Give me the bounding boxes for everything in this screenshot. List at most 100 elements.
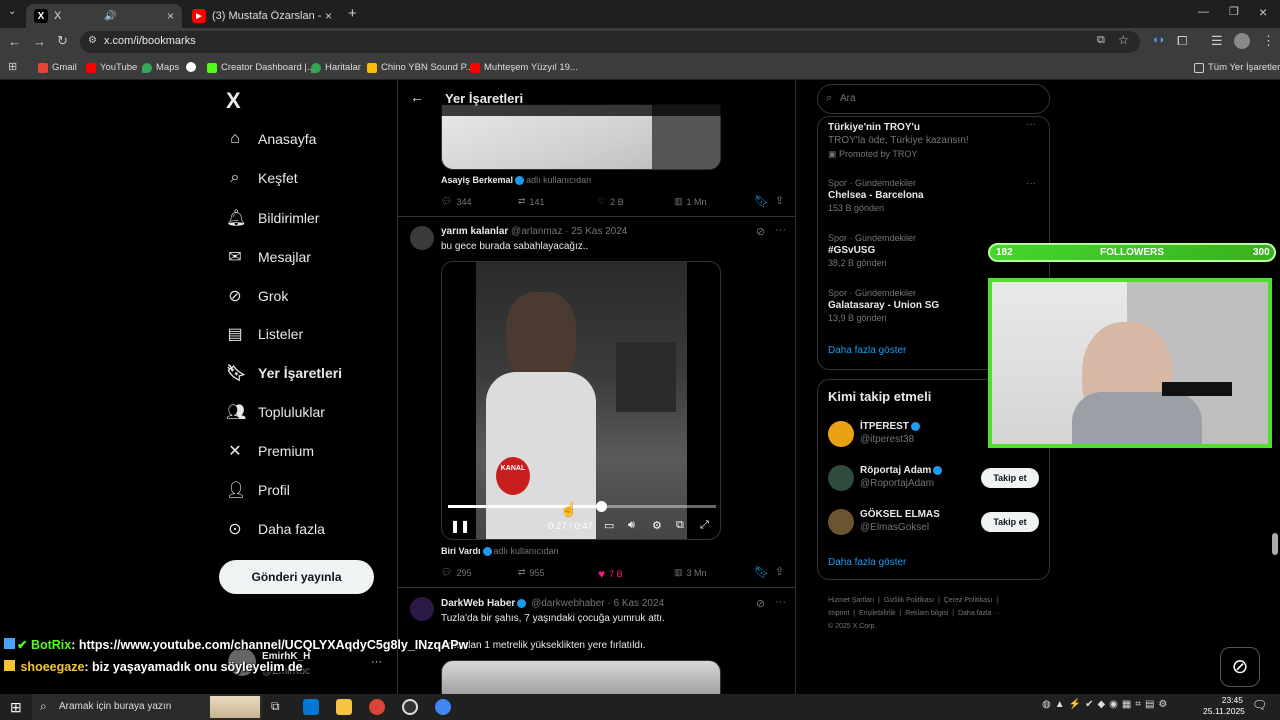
x-logo-icon[interactable]: X <box>226 88 241 114</box>
profile-avatar-icon[interactable] <box>1234 33 1250 49</box>
suggestion[interactable]: İTPEREST @itperest38 <box>860 421 922 445</box>
task-view-icon[interactable]: ⧉ <box>271 699 280 714</box>
footer-link[interactable]: Reklam bilgisi <box>905 610 948 617</box>
account-menu-icon[interactable]: ··· <box>371 656 382 668</box>
tab-search-icon[interactable]: ⌄ <box>8 6 16 17</box>
nav-notifications[interactable]: 🔔︎ Bildirimler <box>226 208 319 228</box>
speaker-icon[interactable]: 🔊 <box>104 11 116 22</box>
nav-premium[interactable]: ✕ Premium <box>226 441 314 461</box>
clock-time[interactable]: 23:45 <box>1205 695 1243 705</box>
tweet-author-name[interactable]: DarkWeb Haber <box>441 598 515 609</box>
windows-start-icon[interactable]: ⊞ <box>10 699 22 716</box>
taskbar-search[interactable]: ⌕ Aramak için buraya yazın <box>32 694 262 720</box>
bookmark-filled-icon[interactable]: 🔖︎ <box>754 565 769 579</box>
avatar[interactable] <box>828 421 854 447</box>
promoted-trend[interactable]: Türkiye'nin TROY'u TROY'la öde, Türkiye … <box>828 120 969 160</box>
close-window-icon[interactable]: × <box>1259 4 1267 20</box>
bookmark-haritalar[interactable]: Haritalar <box>311 62 361 73</box>
bookmark-creator-dashboard[interactable]: Creator Dashboard |... <box>207 62 315 73</box>
close-tab-icon[interactable]: × <box>167 9 174 23</box>
menu-icon[interactable]: ⋮ <box>1262 33 1275 49</box>
forward-icon[interactable]: → <box>33 34 46 49</box>
bookmark-gmail[interactable]: Gmail <box>38 62 77 73</box>
show-more-suggestions-link[interactable]: Daha fazla göster <box>828 557 906 568</box>
chrome-icon[interactable] <box>435 699 451 715</box>
post-button[interactable]: Gönderi yayınla <box>219 560 374 594</box>
views-button[interactable]: ▥ 1 Mn <box>674 196 707 207</box>
reply-button[interactable]: 💬︎ 295 <box>441 567 471 578</box>
tweet-media-image[interactable] <box>441 660 721 694</box>
share-icon[interactable]: ⇪ <box>775 565 784 578</box>
trend-more-icon[interactable]: ··· <box>1026 178 1036 189</box>
video-progress-track[interactable] <box>448 501 716 512</box>
footer-link[interactable]: Daha fazla ··· <box>958 610 1000 617</box>
like-button[interactable]: ♡ 2 B <box>598 196 624 207</box>
page-scrollbar[interactable] <box>1272 533 1278 555</box>
grok-float-button[interactable]: ⊘ <box>1220 647 1260 687</box>
footer-link[interactable]: Gizlilik Politikası <box>884 597 934 604</box>
tweet-handle[interactable]: @arlanmaz · 25 Kas 2024 <box>511 226 627 237</box>
tab-x[interactable]: X X 🔊 × <box>26 4 182 28</box>
nav-grok[interactable]: ⊘ Grok <box>226 286 288 306</box>
footer-link[interactable]: Imprint <box>828 610 849 617</box>
apps-icon[interactable]: ⊞ <box>8 60 17 73</box>
nav-more[interactable]: ⊙ Daha fazla <box>226 519 325 539</box>
tab-youtube[interactable]: ▶ (3) Mustafa Özarslan - Arayı Ara × <box>184 4 340 28</box>
search-input[interactable]: ⌕ Ara <box>817 84 1050 114</box>
trend-item[interactable]: Spor · Gündemdekiler Galatasaray - Union… <box>828 288 939 323</box>
bookmark-maps[interactable]: Maps <box>142 62 179 73</box>
vscode-icon[interactable] <box>303 699 319 715</box>
retweet-button[interactable]: ⇄ 141 <box>518 196 545 207</box>
reload-icon[interactable]: ↻ <box>57 33 68 49</box>
follow-button[interactable]: Takip et <box>981 468 1039 488</box>
tweet-more-icon[interactable]: ··· <box>775 224 786 236</box>
bookmark-youtube[interactable]: YouTube <box>86 62 137 73</box>
star-icon[interactable]: ☆ <box>1118 33 1129 47</box>
avatar[interactable] <box>828 465 854 491</box>
trend-more-icon[interactable]: ··· <box>1026 119 1036 130</box>
fullscreen-icon[interactable]: ⤢ <box>700 519 709 532</box>
notifications-icon[interactable]: 🗨︎ <box>1252 698 1267 712</box>
footer-link[interactable]: Çerez Politikası <box>944 597 993 604</box>
bookmark-filled-icon[interactable]: 🔖︎ <box>754 194 769 208</box>
grok-tweet-icon[interactable]: ⊘ <box>756 597 765 610</box>
nav-bookmarks[interactable]: 🔖︎ Yer İşaretleri <box>226 363 342 383</box>
back-icon[interactable]: ← <box>8 34 21 49</box>
extension-audio-icon[interactable]: ◖◗ <box>1152 34 1165 46</box>
tray-icons[interactable]: ◍▲⚡✔◆◉▦⌗▤⚙ <box>1042 699 1171 710</box>
nav-messages[interactable]: ✉ Mesajlar <box>226 247 311 267</box>
address-bar[interactable]: ⚙ x.com/i/bookmarks ⧉ ☆ <box>80 31 1140 53</box>
restore-icon[interactable]: ❐ <box>1229 5 1239 18</box>
follow-button[interactable]: Takip et <box>981 512 1039 532</box>
obs-icon[interactable] <box>402 699 418 715</box>
trend-item[interactable]: Spor · Gündemdekiler Chelsea - Barcelona… <box>828 178 924 213</box>
install-icon[interactable]: ⧉ <box>1097 34 1105 47</box>
bookmark-muhtesem[interactable]: Muhteşem Yüzyıl 19... <box>470 62 578 73</box>
grok-tweet-icon[interactable]: ⊘ <box>756 225 765 238</box>
video-scrubber[interactable] <box>595 501 607 512</box>
file-explorer-icon[interactable] <box>336 699 352 715</box>
source-user-link[interactable]: Biri Vardı <box>441 546 481 556</box>
tweet-more-icon[interactable]: ··· <box>775 596 786 608</box>
media-icon[interactable]: ☰ <box>1211 33 1223 49</box>
pip-icon[interactable]: ⧉ <box>676 519 684 532</box>
chrome-icon[interactable] <box>369 699 385 715</box>
settings-icon[interactable]: ⚙ <box>652 519 662 532</box>
new-tab-button[interactable]: + <box>348 5 357 22</box>
suggestion[interactable]: GÖKSEL ELMAS @ElmasGoksel <box>860 509 940 533</box>
retweet-button[interactable]: ⇄ 955 <box>518 567 545 578</box>
footer-link[interactable]: Erişilebilirlik <box>859 610 896 617</box>
back-arrow-icon[interactable]: ← <box>410 89 424 105</box>
captions-icon[interactable]: ▭ <box>604 519 614 532</box>
avatar[interactable] <box>410 597 434 621</box>
suggestion[interactable]: Röportaj Adam @RoportajAdam <box>860 465 944 489</box>
extensions-icon[interactable]: ⧠ <box>1177 33 1187 49</box>
bookmark-chino[interactable]: Chino YBN Sound P... <box>367 62 474 73</box>
bookmark-google[interactable] <box>186 62 196 72</box>
volume-icon[interactable]: 🔊︎ <box>628 519 635 532</box>
site-info-icon[interactable]: ⚙ <box>88 35 97 46</box>
nav-communities[interactable]: 👥︎ Topluluklar <box>226 402 325 422</box>
footer-link[interactable]: Hizmet Şartları <box>828 597 874 604</box>
views-button[interactable]: ▥ 3 Mn <box>674 567 707 578</box>
reply-button[interactable]: 💬︎ 344 <box>441 196 471 207</box>
